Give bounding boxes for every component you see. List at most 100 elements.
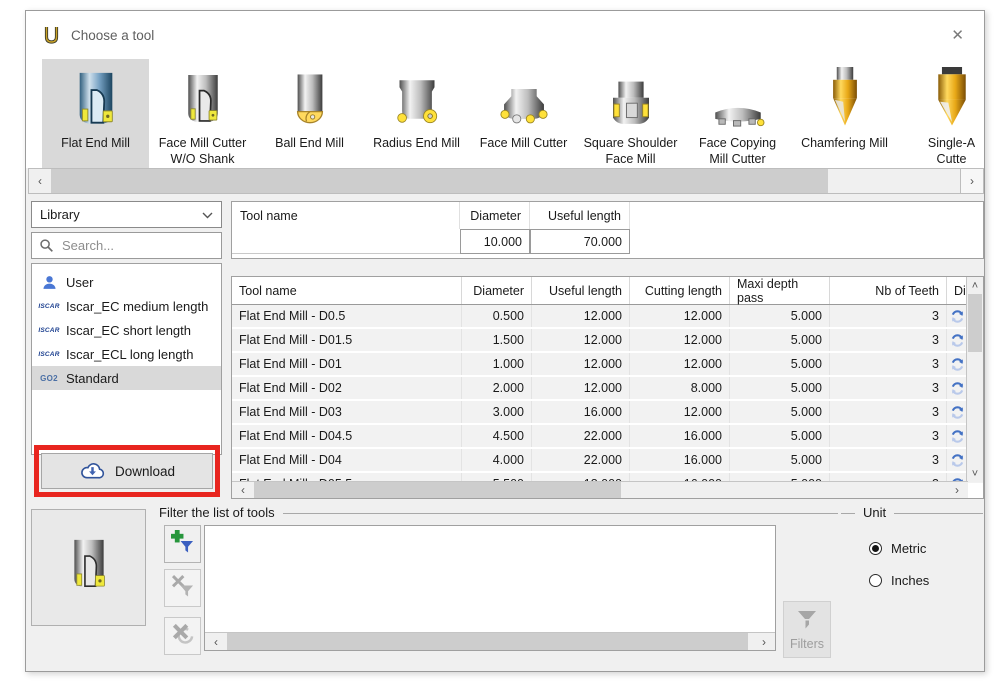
scrollbar-thumb[interactable]: [254, 482, 621, 498]
remove-filter-icon: [171, 574, 194, 602]
library-item-iscar-ecl-long-length[interactable]: ISCARIscar_ECL long length: [32, 342, 221, 366]
tool-type-face-mill-cutter[interactable]: Face Mill Cutter: [470, 59, 577, 168]
tool-strip-scrollbar[interactable]: ‹ ›: [28, 168, 984, 194]
ball-end-mill-icon: [287, 65, 333, 131]
column-header-cutting-length[interactable]: Cutting length: [630, 277, 730, 304]
screen: Choose a tool ✕ Flat End Mill Face Mill C…: [0, 0, 1007, 690]
cell-value: 16.000: [630, 449, 730, 471]
tool-type-face-copying-mill-cutter[interactable]: Face Copying Mill Cutter: [684, 59, 791, 168]
cell-value: 5.000: [730, 449, 830, 471]
tool-type-flat-end-mill[interactable]: Flat End Mill: [42, 59, 149, 168]
table-row[interactable]: Flat End Mill - D01.51.50012.00012.0005.…: [232, 329, 983, 351]
library-item-standard[interactable]: GO2Standard: [32, 366, 221, 390]
cell-value: 3: [830, 449, 947, 471]
tool-table-header: Tool nameDiameterUseful lengthCutting le…: [232, 277, 983, 305]
table-row[interactable]: Flat End Mill - D033.00016.00012.0005.00…: [232, 401, 983, 423]
dialog-title: Choose a tool: [71, 28, 154, 43]
scrollbar-thumb[interactable]: [968, 294, 982, 352]
download-button-label: Download: [115, 464, 175, 479]
cell-value: 4.000: [462, 449, 532, 471]
unit-option-label: Metric: [891, 541, 926, 556]
scrollbar-thumb[interactable]: [227, 633, 748, 650]
criteria-tool-name-input[interactable]: [232, 229, 460, 254]
table-row[interactable]: Flat End Mill - D011.00012.00012.0005.00…: [232, 353, 983, 375]
scroll-down-icon[interactable]: ˅: [967, 465, 983, 482]
library-item-iscar-ec-short-length[interactable]: ISCARIscar_EC short length: [32, 318, 221, 342]
tool-preview-box: [31, 509, 146, 626]
tool-type-radius-end-mill[interactable]: Radius End Mill: [363, 59, 470, 168]
library-item-iscar-ec-medium-length[interactable]: ISCARIscar_EC medium length: [32, 294, 221, 318]
unit-option-inches[interactable]: Inches: [869, 573, 929, 588]
unit-option-metric[interactable]: Metric: [869, 541, 929, 556]
scroll-left-icon[interactable]: ‹: [205, 633, 227, 650]
unit-options: Metric Inches: [869, 541, 929, 588]
column-header-tool-name[interactable]: Tool name: [232, 277, 462, 304]
cell-tool-name: Flat End Mill - D0.5: [232, 305, 462, 327]
library-dropdown[interactable]: Library: [31, 201, 222, 228]
cell-value: 2.000: [462, 377, 532, 399]
scroll-left-icon[interactable]: ‹: [232, 482, 254, 498]
search-input[interactable]: [60, 237, 221, 254]
clear-filter-button: [164, 617, 201, 655]
table-row[interactable]: Flat End Mill - D044.00022.00016.0005.00…: [232, 449, 983, 471]
scroll-right-icon[interactable]: ›: [960, 169, 983, 193]
scroll-up-icon[interactable]: ˄: [967, 277, 983, 294]
choose-a-tool-dialog: Choose a tool ✕ Flat End Mill Face Mill C…: [25, 10, 985, 672]
cell-value: 3: [830, 377, 947, 399]
filter-criteria-header: Tool name Diameter Useful length: [232, 202, 983, 229]
criteria-useful-length-input[interactable]: 70.000: [530, 229, 630, 254]
clear-filter-icon: [171, 622, 194, 650]
face-mill-cutter-icon: [495, 65, 553, 131]
cell-value: 12.000: [532, 353, 630, 375]
scroll-right-icon[interactable]: ›: [753, 633, 775, 650]
filter-list-scrollbar[interactable]: ‹ ›: [205, 632, 775, 650]
cell-tool-name: Flat End Mill - D01.5: [232, 329, 462, 351]
table-row[interactable]: Flat End Mill - D022.00012.0008.0005.000…: [232, 377, 983, 399]
radius-end-mill-icon: [389, 65, 445, 131]
tool-type-face-mill-cutter-w-o-shank[interactable]: Face Mill Cutter W/O Shank: [149, 59, 256, 168]
cell-tool-name: Flat End Mill - D02: [232, 377, 462, 399]
close-icon[interactable]: ✕: [951, 26, 964, 44]
column-header-useful-length[interactable]: Useful length: [532, 277, 630, 304]
library-item-user[interactable]: User: [32, 270, 221, 294]
cell-tool-name: Flat End Mill - D04.5: [232, 425, 462, 447]
tool-table: Tool nameDiameterUseful lengthCutting le…: [231, 276, 984, 499]
radio-inches[interactable]: [869, 574, 882, 587]
tool-type-label: Radius End Mill: [373, 135, 460, 151]
iscar-logo-icon: ISCAR: [32, 327, 66, 334]
tool-table-horizontal-scrollbar[interactable]: ‹ ›: [232, 481, 968, 498]
cell-value: 1.000: [462, 353, 532, 375]
cell-tool-name: Flat End Mill - D01: [232, 353, 462, 375]
tool-type-chamfering-mill[interactable]: Chamfering Mill: [791, 59, 898, 168]
scroll-left-icon[interactable]: ‹: [29, 169, 51, 193]
chamfering-mill-icon: [823, 65, 867, 131]
filters-icon: [795, 609, 819, 634]
column-header-diameter[interactable]: Diameter: [462, 277, 532, 304]
tool-type-single-a-cutte[interactable]: Single-A Cutte: [898, 59, 984, 168]
tool-table-vertical-scrollbar[interactable]: ˄ ˅: [966, 277, 983, 482]
tool-type-label: Square Shoulder Face Mill: [584, 135, 678, 168]
cell-value: 22.000: [532, 449, 630, 471]
tool-type-ball-end-mill[interactable]: Ball End Mill: [256, 59, 363, 168]
cell-value: 12.000: [630, 401, 730, 423]
filter-list-area[interactable]: ‹ ›: [204, 525, 776, 651]
cell-value: 3.000: [462, 401, 532, 423]
scroll-right-icon[interactable]: ›: [946, 482, 968, 498]
cell-value: 5.000: [730, 329, 830, 351]
table-row[interactable]: Flat End Mill - D04.54.50022.00016.0005.…: [232, 425, 983, 447]
tool-type-square-shoulder-face-mill[interactable]: Square Shoulder Face Mill: [577, 59, 684, 168]
table-row[interactable]: Flat End Mill - D0.50.50012.00012.0005.0…: [232, 305, 983, 327]
scrollbar-thumb[interactable]: [51, 169, 828, 193]
column-header-maxi-depth-pass[interactable]: Maxi depth pass: [730, 277, 830, 304]
tool-type-label: Face Mill Cutter W/O Shank: [159, 135, 247, 168]
iscar-logo-icon: ISCAR: [32, 351, 66, 358]
download-button[interactable]: Download: [41, 453, 213, 489]
unit-group-label: Unit: [863, 505, 886, 520]
add-filter-button[interactable]: [164, 525, 201, 563]
column-header-nb-of-teeth[interactable]: Nb of Teeth: [830, 277, 947, 304]
cell-value: 3: [830, 305, 947, 327]
face-copying-mill-cutter-icon: [708, 65, 768, 131]
cell-value: 5.000: [730, 401, 830, 423]
radio-metric[interactable]: [869, 542, 882, 555]
criteria-diameter-input[interactable]: 10.000: [460, 229, 530, 254]
